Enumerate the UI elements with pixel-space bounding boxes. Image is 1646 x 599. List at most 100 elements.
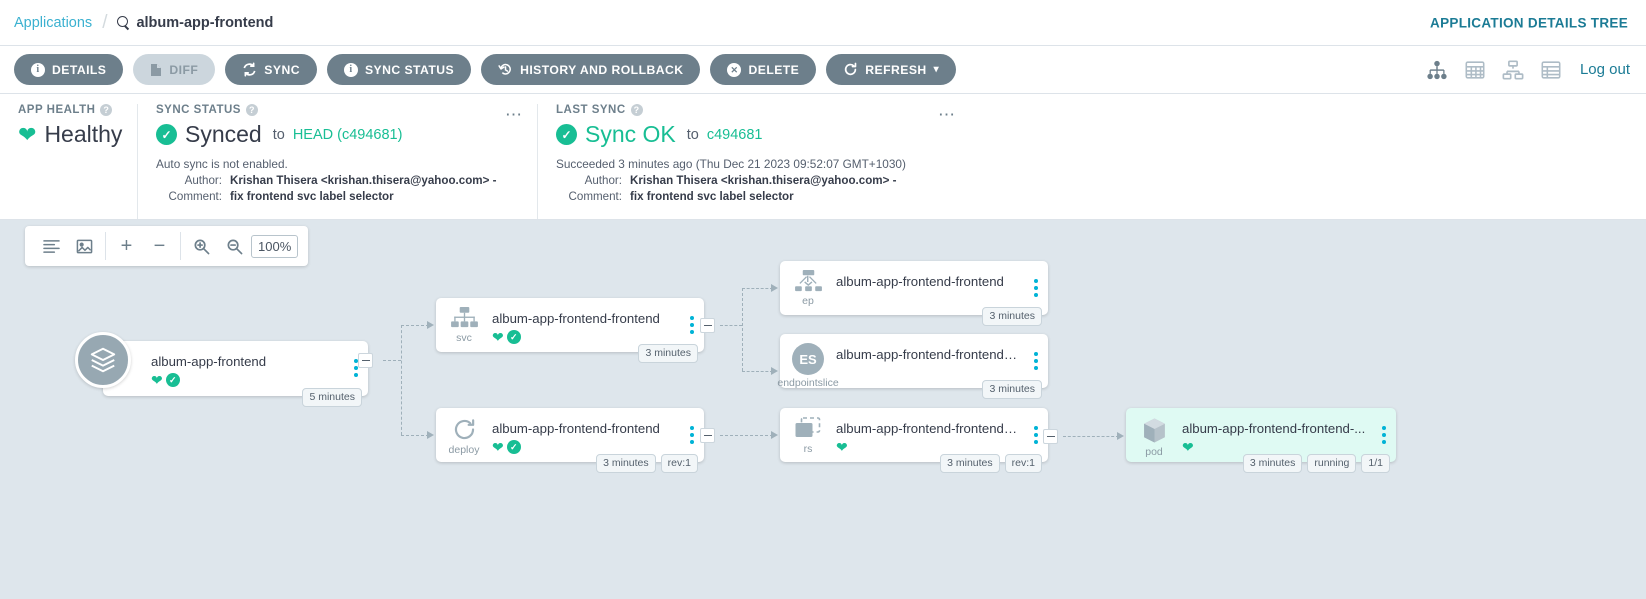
help-icon[interactable]: ? — [245, 104, 258, 116]
node-svc[interactable]: svc album-app-frontend-frontend ❤ ✓ 3 mi… — [436, 298, 704, 363]
network-view-icon[interactable] — [1502, 59, 1524, 81]
application-node-icon — [75, 332, 131, 388]
list-view-icon[interactable] — [1540, 59, 1562, 81]
breadcrumb-bar: Applications / album-app-frontend APPLIC… — [0, 0, 1646, 46]
help-icon[interactable]: ? — [630, 104, 643, 116]
app-health-panel: APP HEALTH ? ❤ Healthy — [0, 104, 137, 219]
history-and-rollback-button-label: HISTORY AND ROLLBACK — [520, 62, 684, 77]
node-deploy[interactable]: deploy album-app-frontend-frontend ❤ ✓ 3… — [436, 408, 704, 473]
node-rs-body: album-app-frontend-frontend-... ❤ — [836, 408, 1024, 454]
last-sync-revision-link[interactable]: c494681 — [707, 127, 763, 143]
node-pod[interactable]: pod album-app-frontend-frontend-... ❤ 3 … — [1126, 408, 1396, 473]
last-sync-value: ✓ Sync OK to c494681 — [556, 121, 1628, 148]
node-pod-title: album-app-frontend-frontend-... — [1182, 421, 1366, 436]
application-details-tree-label[interactable]: APPLICATION DETAILS TREE — [1430, 15, 1628, 30]
node-deploy-title: album-app-frontend-frontend — [492, 421, 660, 436]
heart-icon: ❤ — [836, 439, 848, 455]
node-revision-badge: rev:1 — [660, 453, 698, 473]
collapse-deploy-button[interactable] — [700, 428, 715, 443]
heart-icon: ❤ — [492, 439, 504, 455]
sync-status-value: ✓ Synced to HEAD (c494681) — [156, 121, 519, 148]
node-ep-title: album-app-frontend-frontend — [836, 274, 1004, 289]
status-panels: APP HEALTH ? ❤ Healthy ⋯ SYNC STATUS ? ✓… — [0, 94, 1646, 220]
last-sync-author-key: Author: — [584, 174, 622, 187]
node-age-badge: 3 minutes — [982, 306, 1042, 326]
node-endpointslice-body: album-app-frontend-frontend-... — [836, 334, 1024, 362]
edge-rs-pod — [1063, 436, 1119, 437]
breadcrumb-applications-link[interactable]: Applications — [14, 15, 92, 31]
delete-button[interactable]: ✕ DELETE — [710, 54, 817, 85]
arrow-ep — [771, 284, 778, 292]
app-health-status: ❤ Healthy — [18, 121, 122, 148]
sync-status-button[interactable]: i SYNC STATUS — [326, 54, 472, 85]
zoom-out-icon[interactable] — [218, 230, 251, 262]
sync-status-title-row: SYNC STATUS ? — [156, 104, 519, 116]
tree-view-icon[interactable] — [1426, 59, 1448, 81]
node-age-badge: 3 minutes — [940, 453, 1000, 473]
edge-deploy-rs — [720, 435, 773, 436]
last-sync-author-value: Krishan Thisera <krishan.thisera@yahoo.c… — [630, 174, 897, 187]
node-ep[interactable]: ep album-app-frontend-frontend 3 minutes — [780, 261, 1048, 326]
node-deploy-kind: deploy — [448, 444, 480, 456]
last-sync-to-word: to — [686, 126, 699, 143]
check-circle-icon: ✓ — [556, 124, 577, 145]
toolbar-divider — [105, 232, 106, 260]
check-circle-icon: ✓ — [165, 373, 180, 387]
delete-icon: ✕ — [727, 62, 742, 77]
node-endpointslice-menu-button[interactable] — [1024, 334, 1048, 370]
sync-status-label: Synced — [185, 121, 262, 147]
zoom-level-input[interactable]: 100% — [251, 234, 299, 258]
last-sync-label: Sync OK — [585, 121, 676, 147]
fit-to-screen-icon[interactable] — [68, 230, 101, 262]
edge-svc-branch — [720, 325, 742, 326]
more-options-icon[interactable]: ⋯ — [505, 106, 523, 123]
chevron-down-icon: ▾ — [933, 64, 940, 75]
node-pod-menu-button[interactable] — [1372, 408, 1396, 444]
sync-icon — [242, 62, 257, 77]
node-ep-menu-button[interactable] — [1024, 261, 1048, 297]
diff-button[interactable]: DIFF — [133, 54, 216, 85]
refresh-button[interactable]: REFRESH ▾ — [826, 54, 957, 85]
toolbar-divider — [180, 232, 181, 260]
history-and-rollback-button[interactable]: HISTORY AND ROLLBACK — [481, 54, 701, 85]
zoom-plus-button[interactable]: + — [110, 230, 143, 262]
zoom-in-icon[interactable] — [185, 230, 218, 262]
node-age-badge: 5 minutes — [302, 387, 362, 407]
breadcrumb-separator: / — [102, 11, 108, 33]
sync-revision-link[interactable]: HEAD (c494681) — [293, 127, 403, 143]
edge-app-branch — [383, 360, 401, 361]
node-endpointslice-kind: endpointslice — [777, 377, 839, 389]
zoom-minus-button[interactable]: − — [143, 230, 176, 262]
node-application[interactable]: album-app-frontend ❤ ✓ 5 minutes — [103, 341, 368, 407]
node-svc-body: album-app-frontend-frontend ❤ ✓ — [492, 298, 680, 344]
edge-to-endpointslice — [742, 371, 773, 372]
collapse-rs-button[interactable] — [1043, 429, 1058, 444]
heart-icon: ❤ — [492, 329, 504, 345]
endpointslice-avatar-icon: ES — [792, 343, 824, 375]
compact-view-icon[interactable] — [35, 230, 68, 262]
collapse-app-button[interactable] — [358, 353, 373, 368]
application-resource-tree: + − 100% album-app-frontend ❤ ✓ 5 minute… — [0, 220, 1646, 593]
details-button[interactable]: i DETAILS — [14, 54, 124, 85]
node-pod-status-icons: ❤ — [1182, 440, 1372, 454]
auto-sync-note: Auto sync is not enabled. — [156, 157, 288, 171]
refresh-icon — [843, 62, 858, 77]
last-sync-title-row: LAST SYNC ? — [556, 104, 1628, 116]
last-sync-note: Succeeded 3 minutes ago (Thu Dec 21 2023… — [556, 157, 906, 171]
grid-view-icon[interactable] — [1464, 59, 1486, 81]
more-options-icon[interactable]: ⋯ — [938, 106, 956, 123]
node-rs[interactable]: rs album-app-frontend-frontend-... ❤ 3 m… — [780, 408, 1048, 473]
breadcrumb-current: album-app-frontend — [117, 15, 273, 31]
help-icon[interactable]: ? — [100, 104, 113, 116]
node-deploy-status-icons: ❤ ✓ — [492, 440, 680, 454]
heart-icon: ❤ — [18, 121, 37, 147]
logout-link[interactable]: Log out — [1580, 61, 1630, 78]
sync-to-word: to — [272, 126, 285, 143]
last-sync-comment-row: Comment: fix frontend svc label selector — [556, 190, 1628, 203]
collapse-svc-button[interactable] — [700, 318, 715, 333]
node-endpointslice[interactable]: ES endpointslice album-app-frontend-fron… — [777, 334, 1048, 399]
sync-button[interactable]: SYNC — [225, 54, 317, 85]
arrow-pod — [1117, 432, 1124, 440]
node-rs-badges: 3 minutes rev:1 — [940, 453, 1042, 473]
node-age-badge: 3 minutes — [596, 453, 656, 473]
